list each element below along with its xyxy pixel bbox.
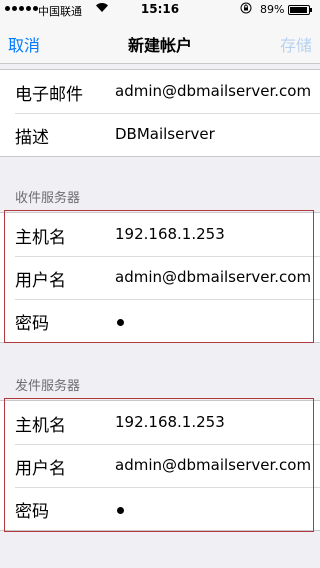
incoming-user-row[interactable]: 用户名 admin@dbmailserver.com xyxy=(0,256,320,299)
incoming-host-row[interactable]: 主机名 192.168.1.253 xyxy=(0,213,320,256)
account-group: 电子邮件 admin@dbmailserver.com 描述 DBMailser… xyxy=(0,69,320,157)
email-row[interactable]: 电子邮件 admin@dbmailserver.com xyxy=(0,70,320,113)
incoming-host-field[interactable]: 192.168.1.253 xyxy=(115,225,225,243)
outgoing-server-group: 主机名 192.168.1.253 用户名 admin@dbmailserver… xyxy=(0,400,320,531)
outgoing-server-header: 发件服务器 xyxy=(15,379,81,394)
incoming-server-group: 主机名 192.168.1.253 用户名 admin@dbmailserver… xyxy=(0,212,320,343)
battery-percent: 89% xyxy=(260,3,285,16)
rotation-lock-icon xyxy=(240,2,252,17)
email-label: 电子邮件 xyxy=(15,85,83,105)
incoming-server-header: 收件服务器 xyxy=(15,191,81,206)
outgoing-user-row[interactable]: 用户名 admin@dbmailserver.com xyxy=(0,444,320,487)
outgoing-host-label: 主机名 xyxy=(15,416,66,436)
incoming-password-field[interactable] xyxy=(117,319,124,326)
outgoing-password-row[interactable]: 密码 xyxy=(0,487,320,530)
outgoing-user-field[interactable]: admin@dbmailserver.com xyxy=(115,456,311,474)
status-bar: 中国联通 15:16 89% xyxy=(0,0,320,20)
outgoing-password-field[interactable] xyxy=(117,507,124,514)
incoming-user-label: 用户名 xyxy=(15,271,66,291)
description-label: 描述 xyxy=(15,128,49,148)
page-title: 新建帐户 xyxy=(127,36,192,55)
save-button[interactable]: 存储 xyxy=(280,32,312,56)
outgoing-password-label: 密码 xyxy=(15,502,49,522)
email-field[interactable]: admin@dbmailserver.com xyxy=(115,82,311,100)
incoming-password-row[interactable]: 密码 xyxy=(0,299,320,342)
incoming-password-label: 密码 xyxy=(15,314,49,334)
outgoing-host-row[interactable]: 主机名 192.168.1.253 xyxy=(0,401,320,444)
battery-icon xyxy=(288,5,312,15)
description-field[interactable]: DBMailserver xyxy=(115,125,215,143)
navigation-bar: 取消 新建帐户 存储 xyxy=(0,20,320,64)
incoming-host-label: 主机名 xyxy=(15,228,66,248)
description-row[interactable]: 描述 DBMailserver xyxy=(0,113,320,156)
outgoing-host-field[interactable]: 192.168.1.253 xyxy=(115,413,225,431)
incoming-user-field[interactable]: admin@dbmailserver.com xyxy=(115,268,311,286)
outgoing-user-label: 用户名 xyxy=(15,459,66,479)
